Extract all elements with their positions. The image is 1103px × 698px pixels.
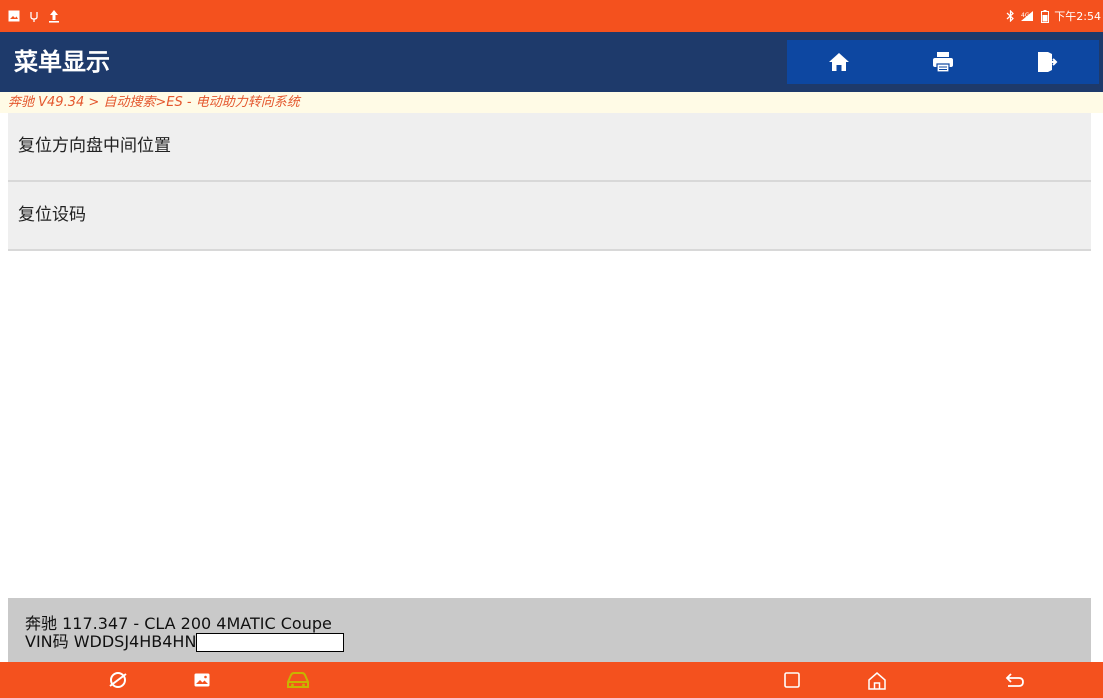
- exit-button[interactable]: [995, 40, 1099, 84]
- navigation-bar: [0, 662, 1103, 698]
- vin-redaction-box: [196, 633, 345, 652]
- breadcrumb-text: 奔驰 V49.34 > 自动搜索>ES - 电动助力转向系统: [8, 95, 300, 110]
- status-left-icons: [8, 8, 60, 24]
- home-icon: [829, 53, 849, 71]
- status-right-icons: 4G 下午2:54: [1006, 8, 1101, 24]
- title-bar: 菜单显示: [0, 32, 1103, 92]
- bluetooth-icon: [1006, 10, 1015, 22]
- svg-text:4G: 4G: [1021, 12, 1030, 19]
- page-title: 菜单显示: [14, 48, 110, 76]
- nav-home-button[interactable]: [857, 662, 897, 698]
- menu-list: 复位方向盘中间位置 复位设码: [8, 113, 1091, 251]
- gallery-button[interactable]: [182, 662, 222, 698]
- upload-icon: [49, 10, 59, 23]
- recent-apps-icon: [784, 672, 800, 688]
- print-icon: [933, 52, 953, 73]
- usb-icon: [30, 12, 38, 22]
- status-time: 下午2:54: [1054, 10, 1101, 23]
- browser-button[interactable]: [98, 662, 138, 698]
- battery-icon: [1041, 9, 1050, 23]
- signal-icon: 4G: [1021, 11, 1034, 21]
- print-button[interactable]: [891, 40, 995, 84]
- vehicle-vin: VIN码 WDDSJ4HB4HN: [25, 632, 197, 651]
- exit-icon: [1038, 52, 1058, 72]
- back-icon: [1005, 673, 1024, 687]
- gallery-icon: [194, 673, 210, 687]
- car-diagnostic-button[interactable]: [278, 662, 318, 698]
- car-diagnostic-icon: [287, 672, 309, 688]
- menu-item-reset-steering-center[interactable]: 复位方向盘中间位置: [8, 113, 1091, 182]
- breadcrumb: 奔驰 V49.34 > 自动搜索>ES - 电动助力转向系统: [0, 92, 1103, 113]
- browser-icon: [109, 672, 127, 688]
- vehicle-info-panel: 奔驰 117.347 - CLA 200 4MATIC Coupe VIN码 W…: [8, 598, 1091, 662]
- status-bar: 4G 下午2:54: [0, 0, 1103, 32]
- menu-item-reset-coding[interactable]: 复位设码: [8, 182, 1091, 251]
- home-icon: [868, 671, 886, 690]
- home-button[interactable]: [787, 40, 891, 84]
- vehicle-vin-row: VIN码 WDDSJ4HB4HN: [25, 628, 345, 652]
- recent-apps-button[interactable]: [772, 662, 812, 698]
- back-button[interactable]: [995, 662, 1035, 698]
- gallery-icon: [8, 10, 20, 22]
